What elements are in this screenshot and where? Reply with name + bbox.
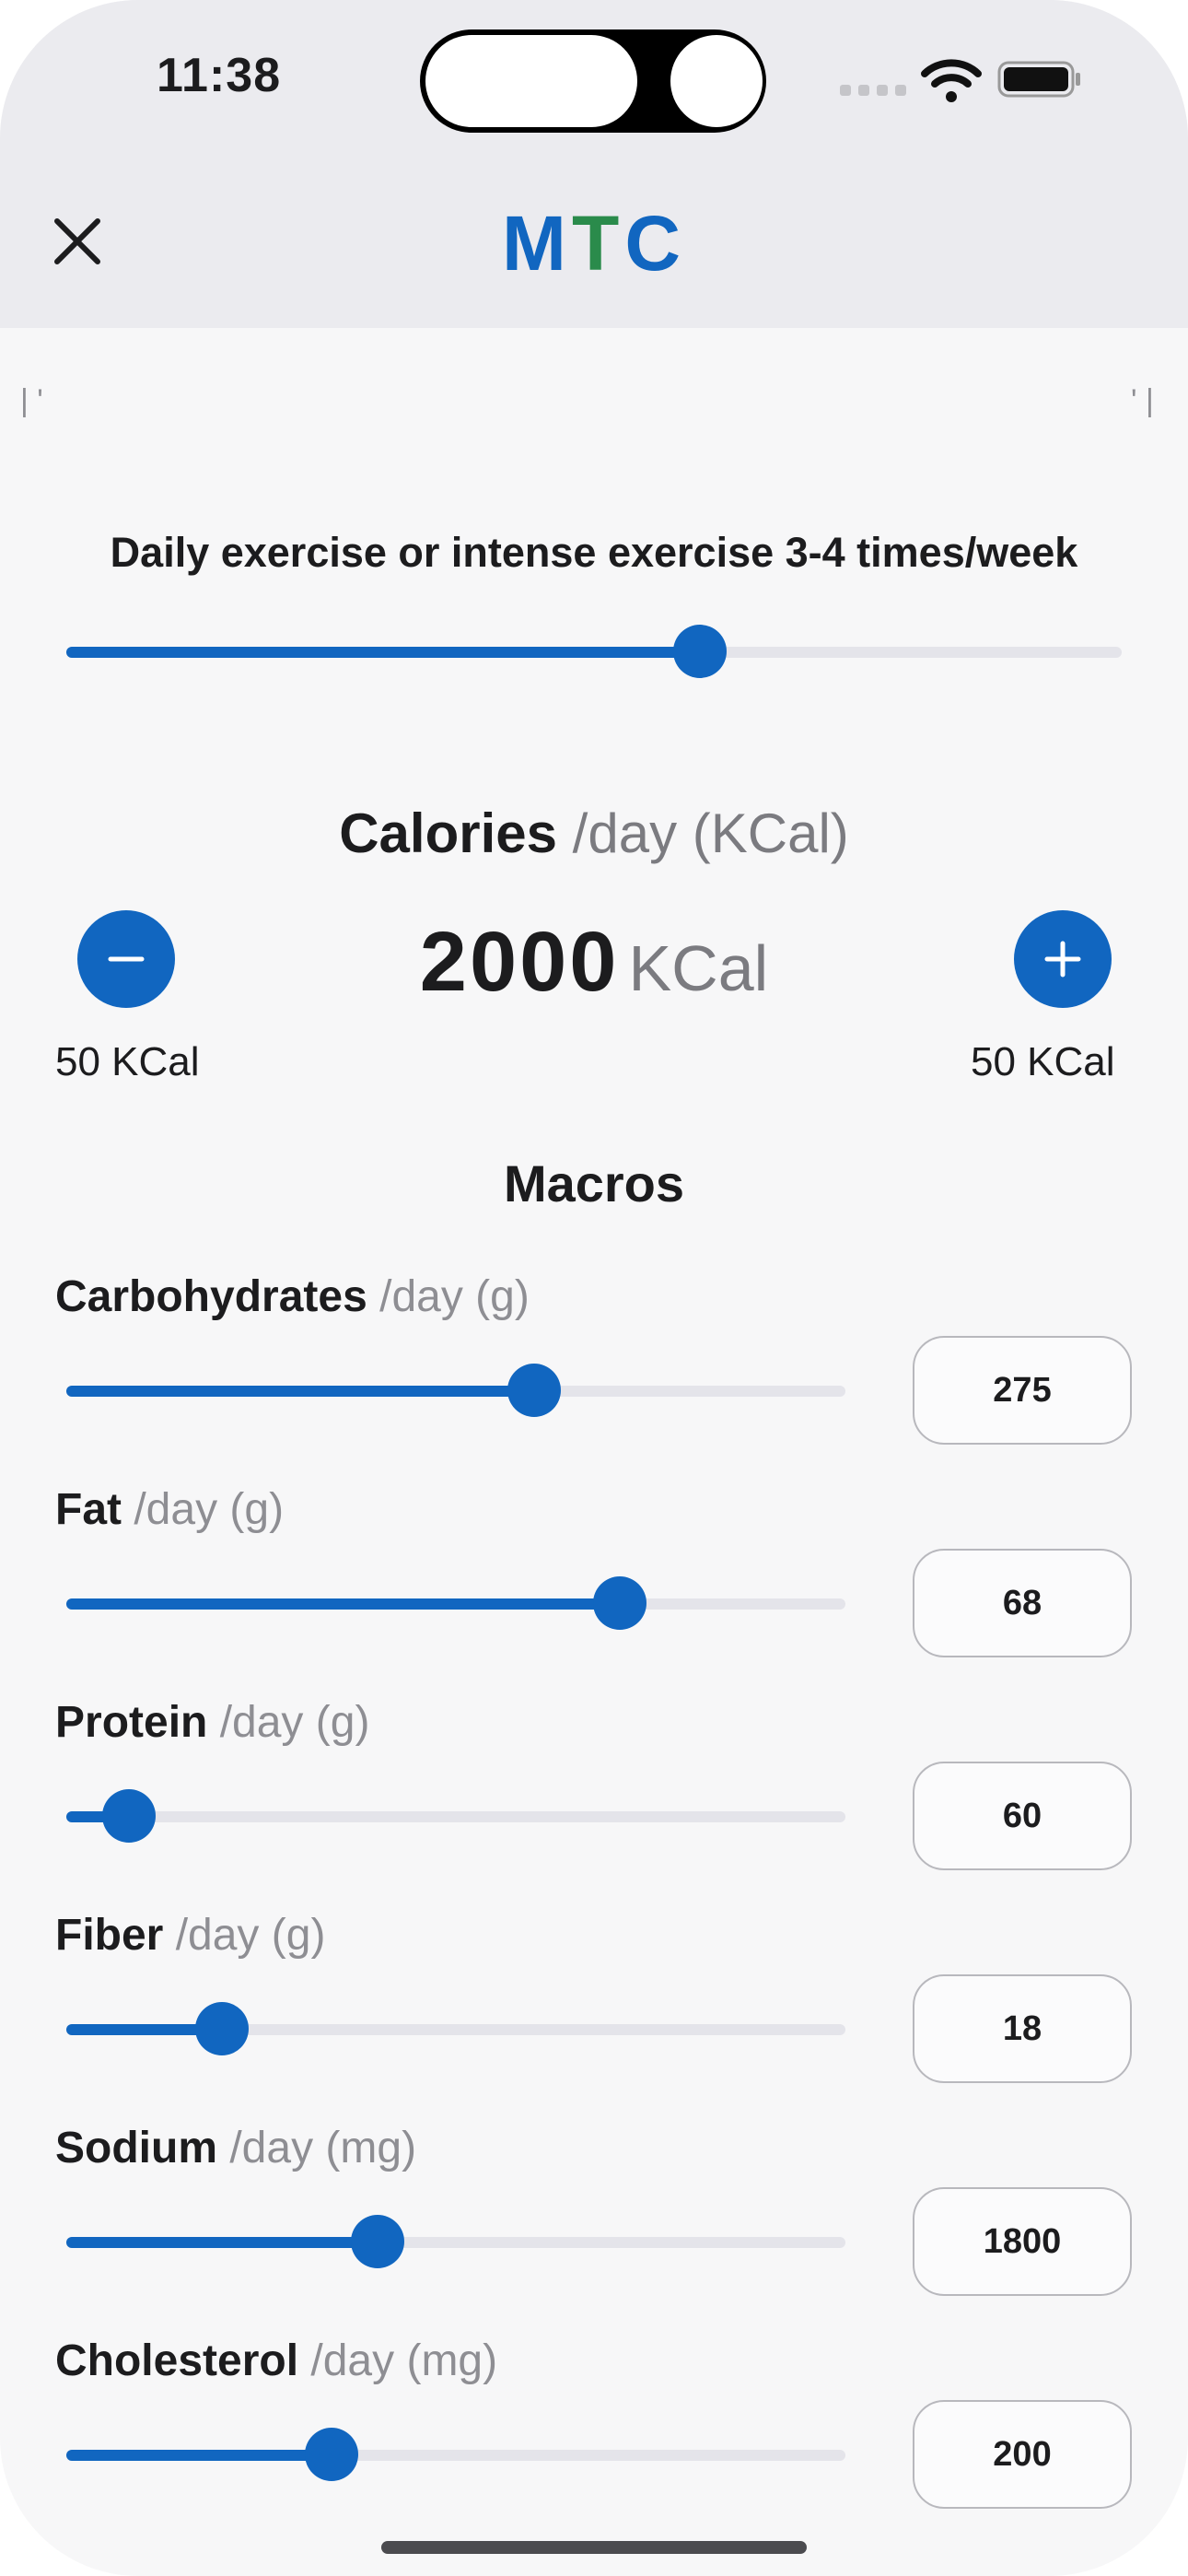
sodium-value-field[interactable]: 1800 (913, 2187, 1132, 2296)
fat-value-field[interactable]: 68 (913, 1549, 1132, 1657)
fiber-slider[interactable] (66, 2002, 845, 2055)
scale-tick-right: ' | (1131, 383, 1154, 418)
app-screen: 11:38 MTC | ' ' | Daily exercise or inte… (0, 0, 1188, 2576)
macro-label: Sodium /day (mg) (55, 2124, 417, 2172)
increase-calories-button[interactable] (1014, 910, 1112, 1008)
macro-row-sodium: Sodium /day (mg) 1800 (0, 2123, 1188, 2335)
fiber-value-field[interactable]: 18 (913, 1974, 1132, 2083)
macro-label: Fat /day (g) (55, 1485, 285, 1534)
carbohydrates-slider[interactable] (66, 1364, 845, 1417)
increment-step-label: 50 KCal (971, 1039, 1115, 1084)
slider-thumb[interactable] (351, 2215, 405, 2268)
slider-track (66, 1811, 845, 1822)
dynamic-island (420, 29, 766, 133)
slider-fill (66, 2237, 379, 2248)
slider-fill (66, 1598, 620, 1610)
macros-title: Macros (503, 1154, 685, 1212)
slider-thumb[interactable] (101, 1789, 156, 1843)
activity-level-label: Daily exercise or intense exercise 3-4 t… (110, 529, 1078, 576)
protein-slider[interactable] (66, 1789, 845, 1843)
battery-icon (997, 61, 1080, 98)
slider-fill (66, 2450, 332, 2461)
calories-title: Calories /day (KCal) (339, 802, 849, 864)
protein-value-field[interactable]: 60 (913, 1762, 1132, 1870)
fat-slider[interactable] (66, 1576, 845, 1630)
macro-label: Cholesterol /day (mg) (55, 2336, 498, 2385)
home-indicator (381, 2541, 807, 2554)
macro-row-fat: Fat /day (g) 68 (0, 1484, 1188, 1696)
cholesterol-slider[interactable] (66, 2428, 845, 2481)
scale-tick-left: | ' (20, 383, 43, 418)
macro-label: Protein /day (g) (55, 1698, 370, 1747)
macro-row-protein: Protein /day (g) 60 (0, 1697, 1188, 1909)
slider-thumb[interactable] (672, 625, 727, 678)
slider-fill (66, 647, 700, 658)
calories-value: 2000 KCal (419, 915, 769, 1009)
macro-row-carbohydrates: Carbohydrates /day (g) 275 (0, 1271, 1188, 1483)
cholesterol-value-field[interactable]: 200 (913, 2400, 1132, 2509)
slider-thumb[interactable] (507, 1364, 561, 1417)
activity-level-slider[interactable] (66, 625, 1122, 678)
sodium-slider[interactable] (66, 2215, 845, 2268)
decrement-step-label: 50 KCal (55, 1039, 200, 1084)
status-time: 11:38 (157, 49, 282, 102)
slider-fill (66, 1386, 534, 1397)
macro-row-cholesterol: Cholesterol /day (mg) 200 (0, 2336, 1188, 2547)
app-title: MTC (502, 200, 686, 287)
plus-icon (1044, 941, 1081, 978)
slider-thumb[interactable] (195, 2002, 250, 2055)
slider-thumb[interactable] (304, 2428, 358, 2481)
cellular-signal-icon (840, 85, 906, 96)
header-bar: 11:38 MTC (0, 0, 1188, 328)
carbohydrates-value-field[interactable]: 275 (913, 1336, 1132, 1445)
wifi-icon (921, 59, 982, 102)
macro-row-fiber: Fiber /day (g) 18 (0, 1910, 1188, 2122)
slider-thumb[interactable] (592, 1576, 646, 1630)
macro-label: Carbohydrates /day (g) (55, 1272, 530, 1321)
macro-label: Fiber /day (g) (55, 1911, 326, 1960)
